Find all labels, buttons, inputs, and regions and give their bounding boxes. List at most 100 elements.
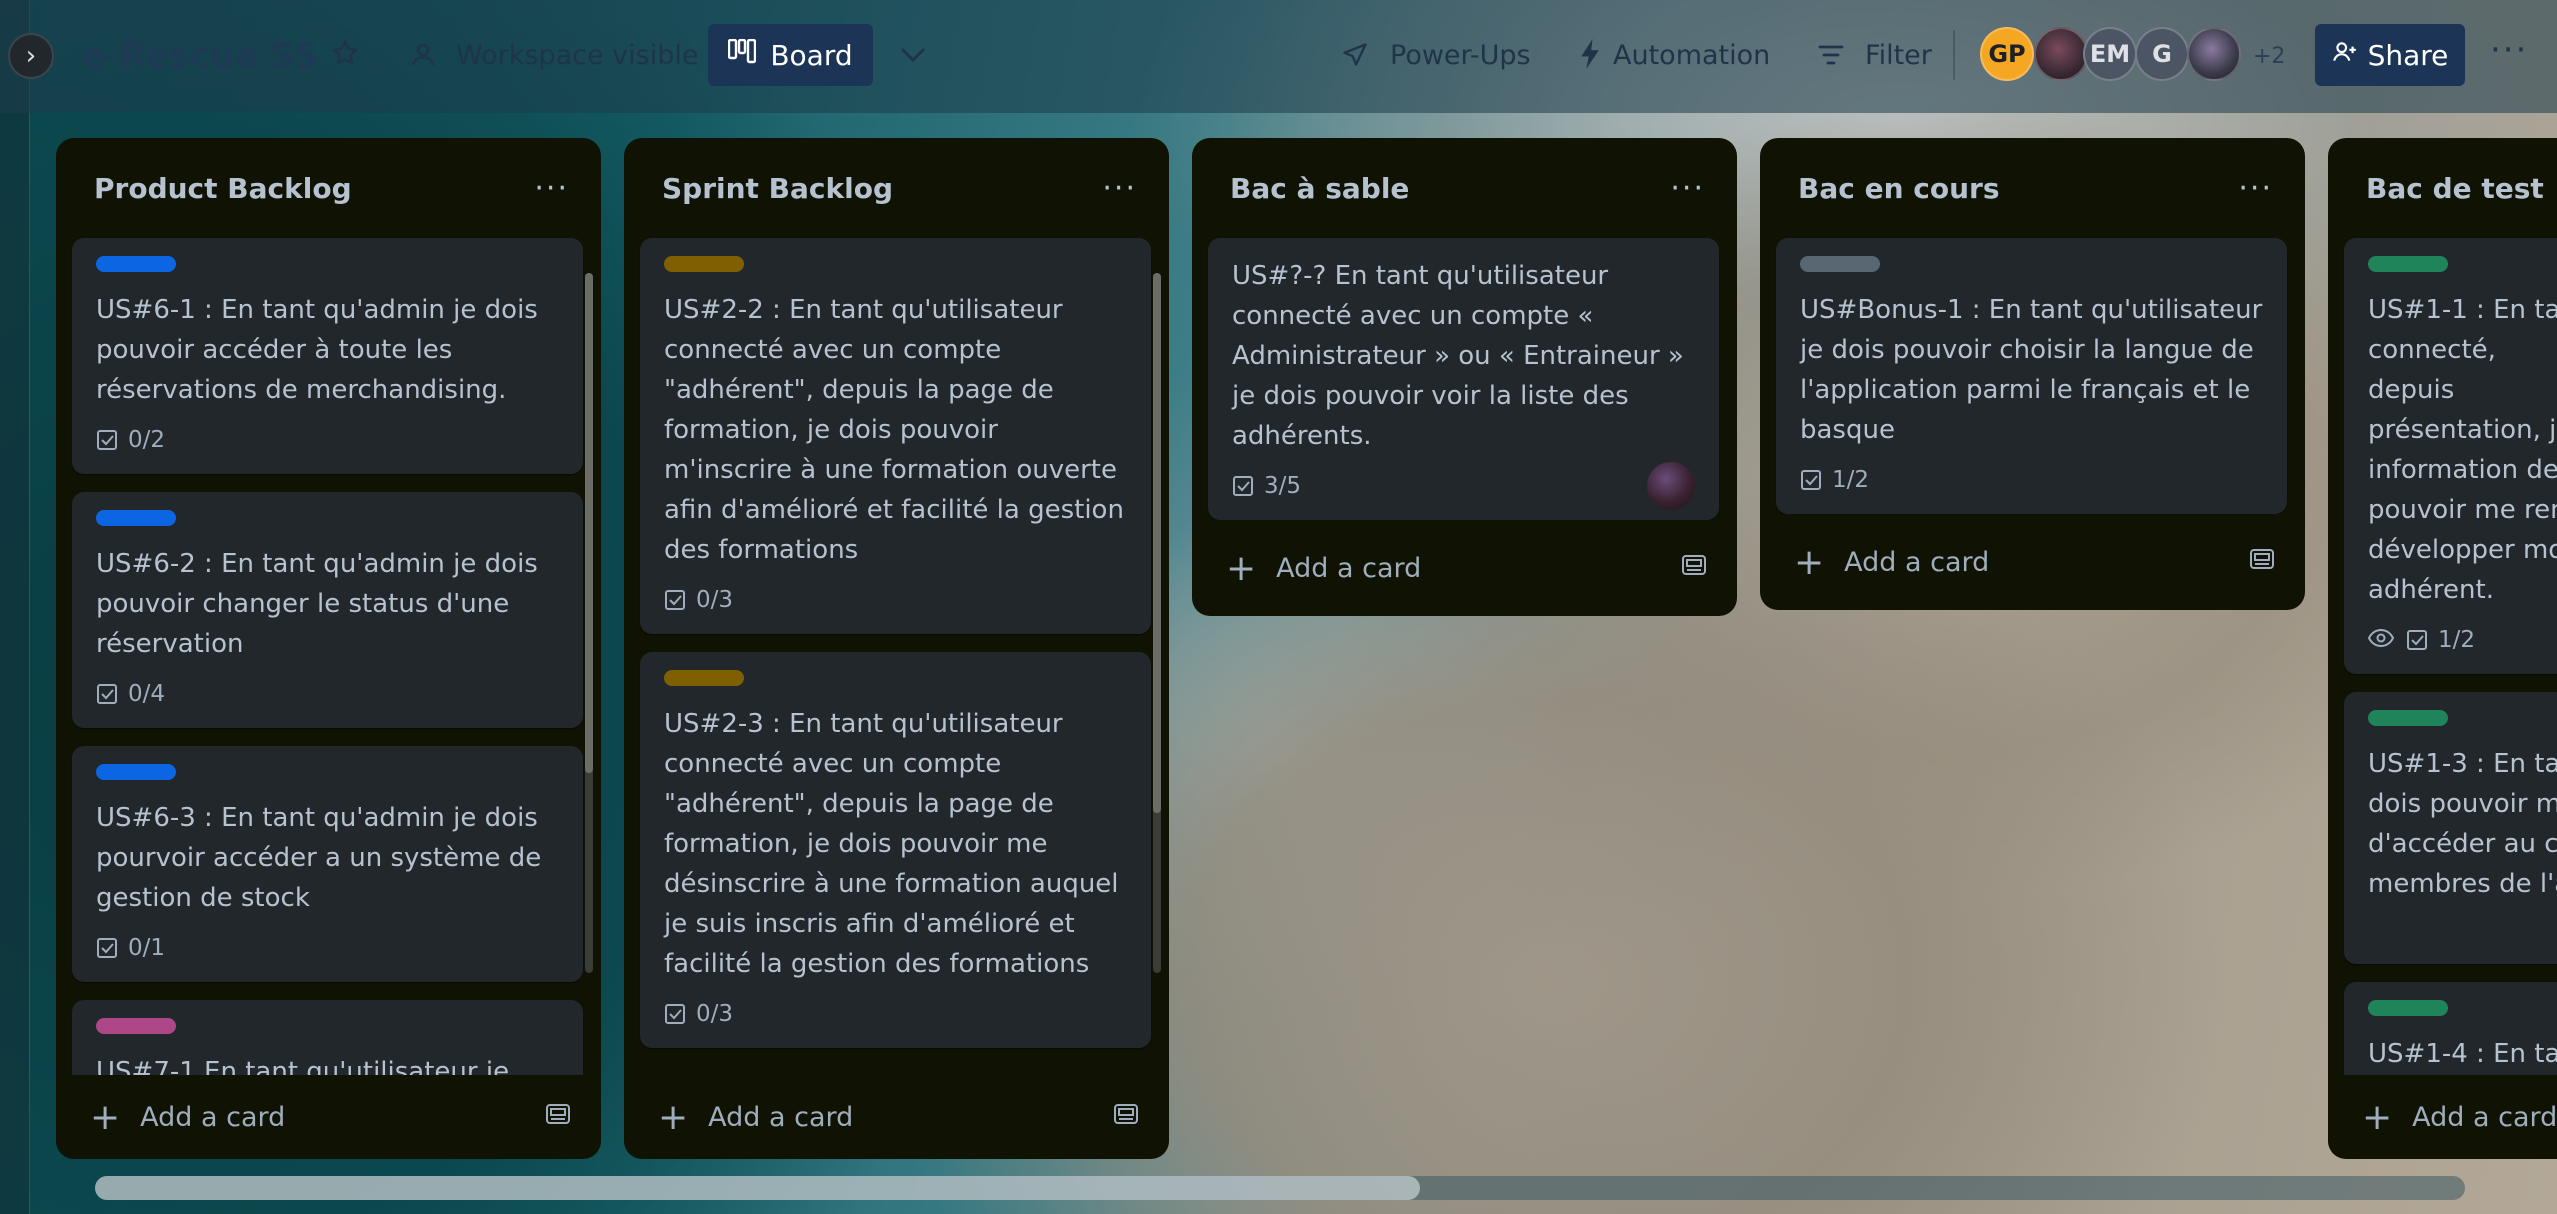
board-view-button[interactable]: Board bbox=[708, 24, 873, 86]
checklist-badge: 0/1 bbox=[96, 935, 165, 961]
avatar[interactable]: GP bbox=[1980, 27, 2034, 81]
card[interactable]: US#2-2 : En tant qu'utilisateur connecté… bbox=[640, 238, 1151, 634]
card[interactable]: US#1-4 : En tant connecté avec bbox=[2344, 982, 2557, 1075]
card-title: US#2-2 : En tant qu'utilisateur connecté… bbox=[664, 295, 1124, 565]
list-bac-de-test: Bac de test US#1-1 : En tant connecté, d… bbox=[2328, 138, 2557, 1159]
card-title: US#1-3 : En tant dois pouvoir me d'accéd… bbox=[2368, 749, 2557, 899]
card-title: US#7-1 En tant qu'utilisateur je dois bbox=[96, 1057, 510, 1075]
list-menu-icon[interactable]: ··· bbox=[534, 171, 569, 206]
checklist-icon bbox=[97, 938, 117, 958]
avatar[interactable]: G bbox=[2135, 27, 2189, 81]
card[interactable]: US#1-1 : En tant connecté, depuis présen… bbox=[2344, 238, 2557, 674]
watch-icon bbox=[2367, 627, 2395, 653]
template-icon[interactable] bbox=[1681, 554, 1707, 582]
card-label[interactable] bbox=[2368, 710, 2448, 726]
list-title[interactable]: Sprint Backlog bbox=[662, 172, 893, 205]
card-label[interactable] bbox=[96, 256, 176, 272]
checklist-icon bbox=[665, 590, 685, 610]
more-options-icon[interactable]: ··· bbox=[2490, 30, 2528, 70]
share-button[interactable]: Share bbox=[2315, 24, 2465, 86]
avatar[interactable] bbox=[2034, 27, 2088, 81]
card-title: US#?-? En tant qu'utilisateur connecté a… bbox=[1232, 261, 1684, 451]
card[interactable]: US#?-? En tant qu'utilisateur connecté a… bbox=[1208, 238, 1719, 520]
checklist-badge: 1/2 bbox=[2406, 627, 2475, 653]
avatar[interactable] bbox=[2187, 27, 2241, 81]
checklist-icon bbox=[2407, 630, 2427, 650]
checklist-badge: 0/3 bbox=[664, 1001, 733, 1027]
workspace-visibility-button[interactable]: Workspace visible bbox=[456, 40, 698, 71]
card-label[interactable] bbox=[1800, 256, 1880, 272]
card-title: US#2-3 : En tant qu'utilisateur connecté… bbox=[664, 709, 1119, 979]
list-menu-icon[interactable]: ··· bbox=[1670, 171, 1705, 206]
template-icon[interactable] bbox=[545, 1103, 571, 1131]
add-card-button[interactable]: + Add a card bbox=[2328, 1075, 2557, 1159]
add-card-button[interactable]: + Add a card bbox=[1192, 520, 1737, 616]
plus-icon: + bbox=[658, 1096, 689, 1138]
list-title[interactable]: Bac à sable bbox=[1230, 172, 1409, 205]
template-icon[interactable] bbox=[1113, 1103, 1139, 1131]
add-user-icon bbox=[2332, 39, 2358, 72]
star-icon[interactable] bbox=[328, 36, 362, 70]
list-title[interactable]: Bac de test bbox=[2366, 172, 2544, 205]
filter-icon bbox=[1816, 40, 1846, 70]
plus-icon: + bbox=[90, 1096, 121, 1138]
sidebar-collapsed-strip bbox=[0, 0, 30, 1214]
list-menu-icon[interactable]: ··· bbox=[2238, 171, 2273, 206]
card-label[interactable] bbox=[2368, 1000, 2448, 1016]
scrollbar-thumb[interactable] bbox=[95, 1176, 1420, 1200]
card-label[interactable] bbox=[664, 256, 744, 272]
checklist-icon bbox=[665, 1004, 685, 1024]
checklist-badge: 0/4 bbox=[96, 681, 165, 707]
automation-button[interactable]: Automation bbox=[1613, 40, 1770, 71]
powerups-button[interactable]: Power-Ups bbox=[1390, 40, 1531, 71]
card[interactable]: US#6-1 : En tant qu'admin je dois pouvoi… bbox=[72, 238, 583, 474]
card-label[interactable] bbox=[96, 764, 176, 780]
board-header: › e-Rescue S5 Workspace visible Board Po… bbox=[0, 0, 2557, 113]
expand-sidebar-button[interactable]: › bbox=[8, 33, 54, 79]
card[interactable]: US#2-3 : En tant qu'utilisateur connecté… bbox=[640, 652, 1151, 1048]
add-card-button[interactable]: + Add a card bbox=[56, 1075, 601, 1159]
plus-icon: + bbox=[1794, 541, 1825, 583]
list-product-backlog: Product Backlog ··· US#6-1 : En tant qu'… bbox=[56, 138, 601, 1159]
checklist-badge: 0/2 bbox=[96, 427, 165, 453]
list-bac-a-sable: Bac à sable ··· US#?-? En tant qu'utilis… bbox=[1192, 138, 1737, 616]
chevron-down-icon[interactable] bbox=[893, 38, 933, 72]
card[interactable]: US#6-2 : En tant qu'admin je dois pouvoi… bbox=[72, 492, 583, 728]
lightning-icon bbox=[1576, 37, 1604, 71]
card-title: US#6-2 : En tant qu'admin je dois pouvoi… bbox=[96, 549, 538, 659]
avatar[interactable]: EM bbox=[2083, 27, 2137, 81]
header-divider bbox=[1953, 30, 1955, 80]
board-icon bbox=[728, 38, 757, 72]
board-title[interactable]: e-Rescue S5 bbox=[82, 36, 318, 76]
card-label[interactable] bbox=[2368, 256, 2448, 272]
card-label[interactable] bbox=[664, 670, 744, 686]
rocket-icon bbox=[1338, 38, 1372, 72]
card-label[interactable] bbox=[96, 510, 176, 526]
list-menu-icon[interactable]: ··· bbox=[1102, 171, 1137, 206]
more-members-count[interactable]: +2 bbox=[2253, 44, 2285, 69]
avatar[interactable] bbox=[1647, 462, 1695, 510]
board-view-label: Board bbox=[770, 38, 853, 72]
card[interactable]: US#1-3 : En tant dois pouvoir me d'accéd… bbox=[2344, 692, 2557, 964]
card[interactable]: US#Bonus-1 : En tant qu'utilisateur je d… bbox=[1776, 238, 2287, 514]
checklist-badge: 1/2 bbox=[1800, 467, 1869, 493]
card-label[interactable] bbox=[96, 1018, 176, 1034]
list-scrollbar[interactable] bbox=[1153, 273, 1161, 973]
card-title: US#1-1 : En tant connecté, depuis présen… bbox=[2368, 295, 2557, 605]
card-title: US#Bonus-1 : En tant qu'utilisateur je d… bbox=[1800, 295, 2263, 445]
list-title[interactable]: Bac en cours bbox=[1798, 172, 2000, 205]
card[interactable]: US#6-3 : En tant qu'admin je dois pourvo… bbox=[72, 746, 583, 982]
add-card-button[interactable]: + Add a card bbox=[624, 1075, 1169, 1159]
list-scrollbar[interactable] bbox=[585, 273, 593, 973]
chevron-right-icon: › bbox=[25, 41, 37, 71]
checklist-icon bbox=[1801, 470, 1821, 490]
board-horizontal-scrollbar[interactable] bbox=[95, 1176, 2465, 1200]
list-sprint-backlog: Sprint Backlog ··· US#2-2 : En tant qu'u… bbox=[624, 138, 1169, 1159]
template-icon[interactable] bbox=[2249, 548, 2275, 576]
checklist-icon bbox=[1233, 476, 1253, 496]
add-card-button[interactable]: + Add a card bbox=[1760, 514, 2305, 610]
share-label: Share bbox=[2367, 38, 2449, 72]
list-title[interactable]: Product Backlog bbox=[94, 172, 352, 205]
card[interactable]: US#7-1 En tant qu'utilisateur je dois bbox=[72, 1000, 583, 1075]
filter-button[interactable]: Filter bbox=[1865, 40, 1932, 71]
